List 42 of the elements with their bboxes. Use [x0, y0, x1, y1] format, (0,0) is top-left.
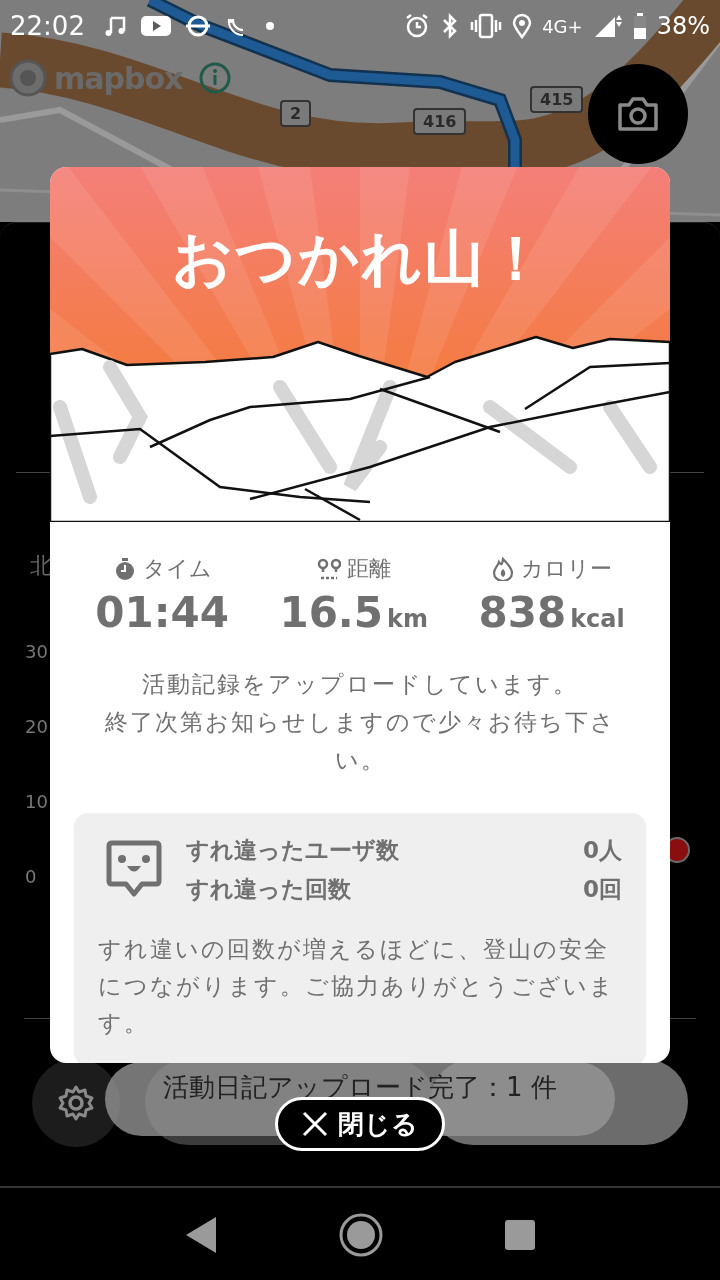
- upload-message: 活動記録をアップロードしています。: [142, 670, 578, 699]
- road-number-label: 415: [530, 86, 584, 113]
- stat-label: 距離: [346, 555, 391, 583]
- home-icon[interactable]: [338, 1212, 384, 1258]
- video-play-icon: [140, 15, 171, 37]
- axis-label-fragment: 20: [25, 716, 48, 738]
- recents-icon[interactable]: [504, 1219, 536, 1251]
- route-pins-icon: [316, 557, 341, 581]
- encounter-value: 0人: [583, 836, 622, 865]
- map-attribution: mapbox: [54, 60, 183, 96]
- stat-label: カロリー: [521, 555, 613, 583]
- stat-unit: km: [387, 605, 428, 633]
- road-number-label: 2: [280, 100, 312, 127]
- flame-icon: [491, 557, 516, 581]
- encounter-label: すれ違ったユーザ数: [186, 836, 399, 865]
- network-type: 4G+: [542, 15, 583, 37]
- road-number-label: 416: [413, 108, 467, 135]
- status-time: 22:02: [10, 11, 85, 41]
- axis-label-fragment: 10: [25, 791, 48, 813]
- map-logo-icon: [8, 58, 48, 98]
- encounter-value: 0回: [583, 875, 622, 904]
- location-pin-icon: [512, 13, 533, 39]
- sync-circle-icon: [184, 13, 211, 39]
- stat-unit: kcal: [570, 605, 625, 633]
- settings-icon: [56, 1083, 96, 1123]
- axis-label-fragment: 0: [25, 866, 38, 888]
- camera-icon: [616, 95, 660, 133]
- stat-value: 838: [478, 588, 567, 637]
- back-icon[interactable]: [184, 1215, 218, 1255]
- axis-label-fragment: 30: [25, 641, 48, 663]
- encounter-note: すれ違いの回数が増えるほどに、登山の安全につながります。ご協力ありがとうございます。: [98, 935, 616, 1038]
- stat-value: 16.5: [279, 588, 384, 637]
- encounter-label: すれ違った回数: [186, 875, 351, 904]
- section-label-fragment: 北: [30, 552, 52, 580]
- close-icon: [302, 1111, 328, 1137]
- upload-message: 終了次第お知らせしますので少々お待ち下さい。: [103, 708, 617, 775]
- notification-dot-icon: [264, 21, 275, 31]
- stat-value: 01:44: [95, 588, 229, 637]
- battery-percentage: 38%: [656, 12, 710, 40]
- dialog-title: おつかれ山！: [171, 222, 549, 295]
- stat-label: タイム: [142, 555, 212, 583]
- vibrate-icon: [470, 13, 503, 39]
